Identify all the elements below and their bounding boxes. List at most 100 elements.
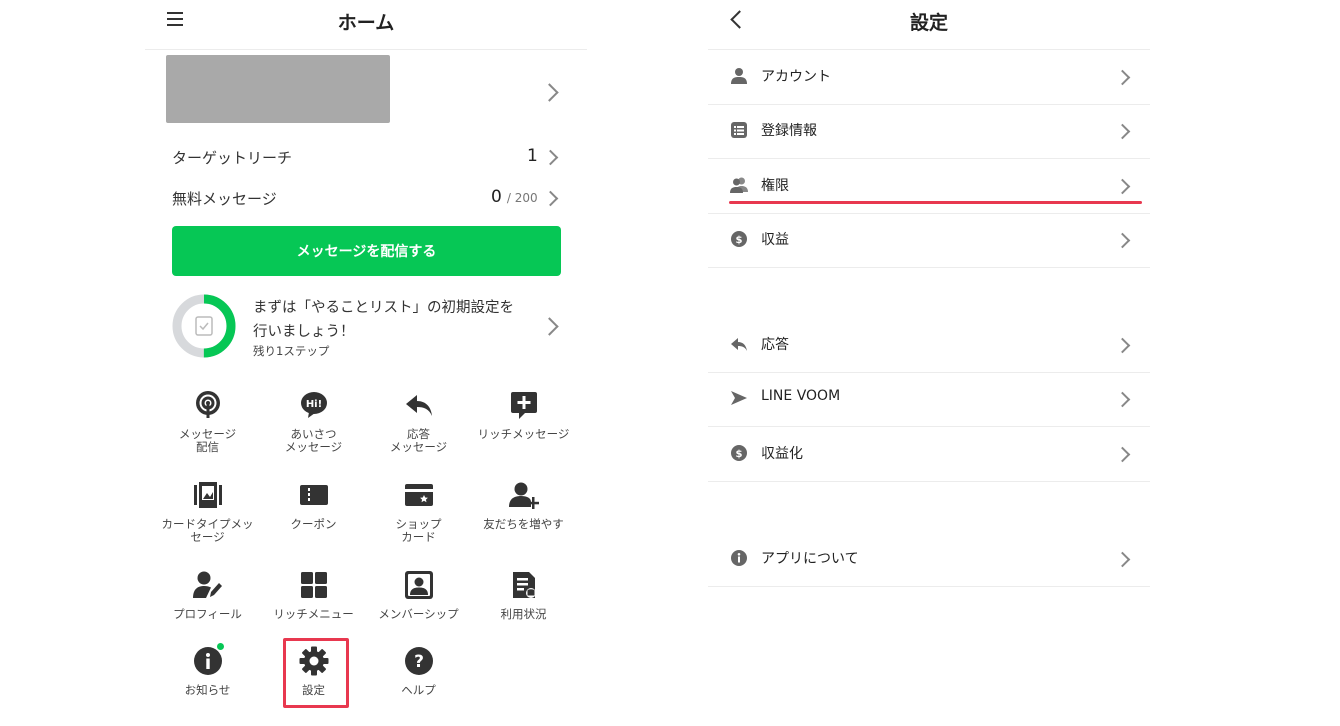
settings-row-7[interactable]: アプリについて — [708, 532, 1150, 586]
free-message-count: 0 / 200 — [491, 187, 538, 207]
settings-row-5[interactable]: LINE VOOM — [708, 372, 1150, 426]
chevron-right-icon — [1114, 69, 1131, 86]
grid-item-label: メッセージ 配信 — [178, 427, 237, 454]
grid-item-broadcast[interactable]: メッセージ 配信 — [155, 390, 260, 454]
settings-row-label: 応答 — [761, 337, 789, 353]
help-icon: ? — [404, 646, 434, 676]
svg-text:Hi!: Hi! — [305, 399, 321, 410]
settings-row-label: アプリについて — [761, 551, 859, 567]
rich-menu-icon — [299, 570, 329, 600]
person-icon — [730, 67, 748, 85]
grid-item-label: リッチメニュー — [273, 607, 354, 621]
shop-card-icon — [404, 480, 434, 510]
greeting-icon: Hi! — [299, 390, 329, 420]
dollar-icon: $ — [730, 444, 748, 462]
page-title: 設定 — [909, 12, 948, 34]
coupon-icon — [299, 480, 329, 510]
grid-item-usage[interactable]: 利用状況 — [471, 570, 576, 621]
row-divider — [708, 481, 1150, 482]
grid-item-label: 友だちを増やす — [483, 517, 564, 531]
settings-row-1[interactable]: 登録情報 — [708, 104, 1150, 158]
settings-row-label: 収益 — [761, 232, 789, 248]
grid-item-profile[interactable]: プロフィール — [155, 570, 260, 621]
svg-text:$: $ — [736, 449, 743, 460]
svg-text:?: ? — [414, 652, 424, 672]
chevron-right-icon — [1114, 178, 1131, 195]
chevron-right-icon — [1114, 232, 1131, 249]
chevron-right-icon — [1114, 337, 1131, 354]
settings-row-6[interactable]: $ 収益化 — [708, 427, 1150, 481]
card-message-icon — [193, 480, 223, 510]
grid-item-label: ショップ カード — [395, 517, 442, 544]
todo-text-line1: まずは「やることリスト」の初期設定を — [253, 300, 514, 316]
info-icon — [193, 642, 225, 676]
grid-item-label: プロフィール — [173, 607, 242, 621]
membership-icon — [404, 570, 434, 600]
grid-item-add-friend[interactable]: 友だちを増やす — [471, 480, 576, 531]
send-message-button[interactable]: メッセージを配信する — [172, 226, 561, 276]
permissions-underline — [729, 201, 1142, 204]
chevron-right-icon[interactable] — [542, 149, 559, 166]
chevron-right-icon — [1114, 123, 1131, 140]
users-icon — [730, 176, 748, 194]
grid-item-label: 応答 メッセージ — [389, 427, 448, 454]
grid-item-reply[interactable]: 応答 メッセージ — [366, 390, 471, 454]
todo-remaining: 残り1ステップ — [253, 344, 330, 358]
chevron-right-icon[interactable] — [540, 83, 559, 102]
rich-message-icon — [509, 390, 539, 420]
free-message-value: 0 — [491, 187, 502, 207]
settings-row-label: 権限 — [761, 178, 789, 194]
grid-item-greeting[interactable]: Hi! あいさつ メッセージ — [261, 390, 366, 454]
grid-item-label: お知らせ — [184, 683, 231, 697]
broadcast-icon — [193, 390, 223, 420]
grid-item-label: ヘルプ — [401, 683, 436, 697]
chevron-right-icon[interactable] — [542, 190, 559, 207]
grid-item-label: 利用状況 — [500, 607, 547, 621]
svg-text:$: $ — [736, 235, 743, 246]
grid-item-label: クーポン — [290, 517, 337, 531]
grid-item-card-message[interactable]: カードタイプメッ セージ — [155, 480, 260, 544]
voom-icon — [730, 389, 748, 407]
settings-row-0[interactable]: アカウント — [708, 50, 1150, 104]
grid-item-label: メンバーシップ — [378, 607, 459, 621]
target-reach-label: ターゲットリーチ — [172, 149, 293, 167]
chevron-right-icon — [1114, 391, 1131, 408]
settings-highlight — [283, 638, 349, 708]
grid-item-rich-menu[interactable]: リッチメニュー — [261, 570, 366, 621]
todo-progress-ring[interactable] — [171, 293, 237, 359]
grid-item-shop-card[interactable]: ショップ カード — [366, 480, 471, 544]
dollar-icon: $ — [730, 230, 748, 248]
home-screen: ホーム ターゲットリーチ 1 無料メッセージ 0 / 200 メッセージを配信す… — [145, 0, 587, 726]
settings-screen: 設定 アカウント登録情報権限 $ 収益応答 LINE VOOM $ 収益化アプリについて — [708, 0, 1150, 726]
chevron-right-icon — [1114, 551, 1131, 568]
settings-row-3[interactable]: $ 収益 — [708, 213, 1150, 267]
free-message-max: / 200 — [506, 191, 538, 205]
todo-text-line2: 行いましょう！ — [253, 324, 355, 340]
profile-icon — [192, 570, 223, 600]
grid-item-label: リッチメッセージ — [477, 427, 570, 441]
reply-icon — [730, 335, 748, 353]
grid-item-label: あいさつ メッセージ — [284, 427, 343, 454]
reply-icon — [404, 390, 434, 420]
account-image[interactable] — [166, 55, 390, 123]
add-friend-icon — [508, 480, 539, 510]
chevron-right-icon[interactable] — [540, 317, 559, 336]
grid-item-help[interactable]: ? ヘルプ — [366, 646, 471, 697]
settings-row-4[interactable]: 応答 — [708, 318, 1150, 372]
settings-row-label: アカウント — [761, 69, 831, 85]
grid-item-info[interactable]: お知らせ — [155, 642, 260, 697]
free-message-label: 無料メッセージ — [172, 190, 277, 208]
settings-row-label: 収益化 — [761, 446, 803, 462]
grid-item-coupon[interactable]: クーポン — [261, 480, 366, 531]
grid-item-label: カードタイプメッ セージ — [161, 517, 254, 544]
settings-row-label: 登録情報 — [761, 123, 817, 139]
page-title: ホーム — [337, 12, 395, 34]
row-divider — [708, 267, 1150, 268]
row-divider — [708, 586, 1150, 587]
usage-icon — [509, 570, 539, 600]
info-icon — [730, 549, 748, 567]
grid-item-rich-message[interactable]: リッチメッセージ — [471, 390, 576, 441]
grid-item-membership[interactable]: メンバーシップ — [366, 570, 471, 621]
settings-row-2[interactable]: 権限 — [708, 159, 1150, 213]
list-icon — [730, 121, 748, 139]
